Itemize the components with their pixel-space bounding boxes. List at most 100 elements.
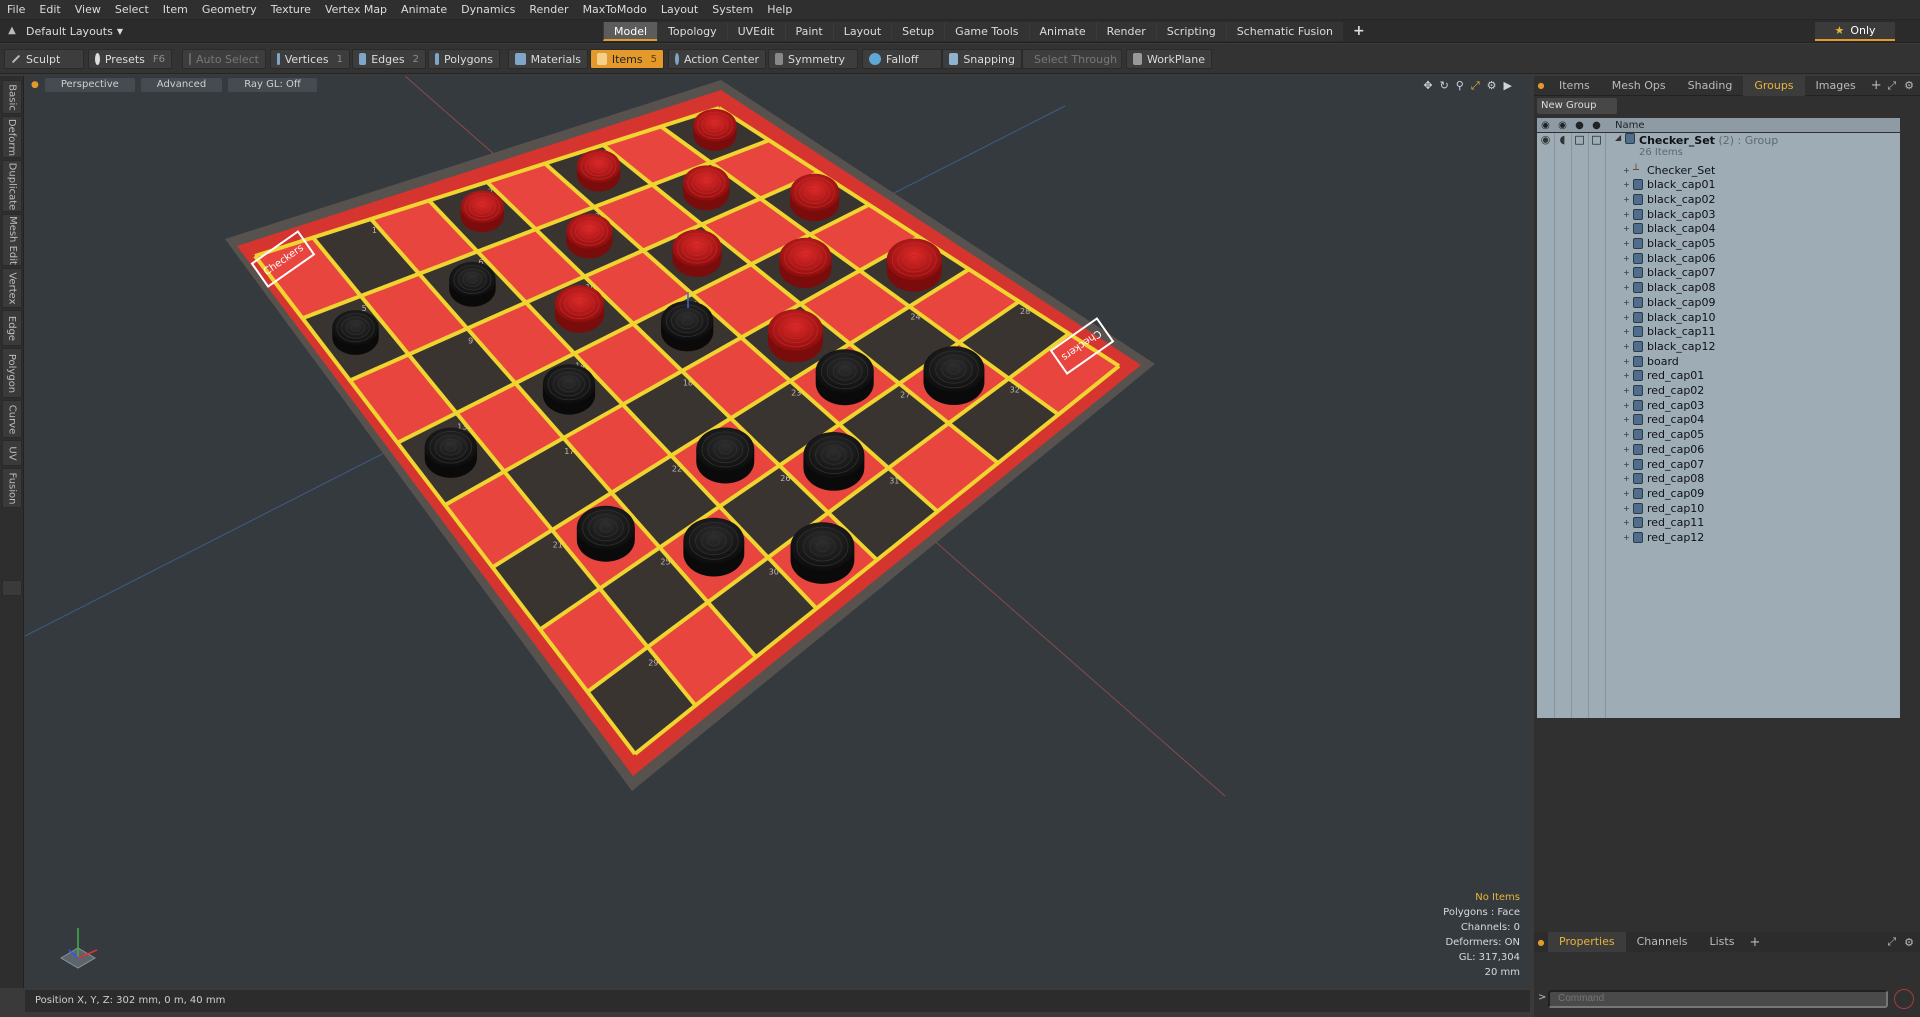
tab-polygon[interactable]: Polygon bbox=[2, 348, 22, 398]
eye-icon[interactable]: ◉ bbox=[1537, 133, 1554, 146]
expand-icon[interactable]: + bbox=[1623, 254, 1633, 263]
render-icon[interactable]: ◖ bbox=[1554, 133, 1571, 146]
expand-icon[interactable]: + bbox=[1623, 489, 1633, 498]
tab-fusion[interactable]: Fusion bbox=[2, 468, 22, 508]
tab-deform[interactable]: Deform bbox=[2, 116, 22, 158]
expand-icon[interactable]: + bbox=[1623, 357, 1633, 366]
tab-schematic-fusion[interactable]: Schematic Fusion bbox=[1225, 22, 1344, 41]
sculpt-button[interactable]: Sculpt bbox=[4, 49, 84, 69]
fit-view-icon[interactable]: ⤢ bbox=[1471, 79, 1480, 93]
menu-animate[interactable]: Animate bbox=[394, 0, 454, 20]
expand-arrow-icon[interactable]: ▶ bbox=[1504, 79, 1512, 93]
expand-icon[interactable]: + bbox=[1623, 386, 1633, 395]
symmetry-button[interactable]: Symmetry bbox=[768, 49, 858, 69]
list-item[interactable]: + red_cap12 bbox=[1537, 529, 1900, 547]
tab-duplicate[interactable]: Duplicate bbox=[2, 160, 22, 212]
command-input[interactable] bbox=[1548, 990, 1888, 1008]
menu-layout[interactable]: Layout bbox=[654, 0, 705, 20]
expand-icon[interactable]: + bbox=[1623, 474, 1633, 483]
zoom-view-icon[interactable]: ⚲ bbox=[1456, 79, 1464, 93]
tab-shading[interactable]: Shading bbox=[1677, 76, 1744, 96]
tab-uvedit[interactable]: UVEdit bbox=[726, 22, 785, 41]
tab-basic[interactable]: Basic bbox=[2, 80, 22, 114]
menu-edit[interactable]: Edit bbox=[32, 0, 67, 20]
presets-button[interactable]: Presets F6 bbox=[88, 49, 172, 69]
tab-mesh-edit[interactable]: Mesh Edit bbox=[2, 214, 22, 266]
add-tab-icon[interactable]: + bbox=[1343, 22, 1375, 41]
tab-extra-toggle[interactable] bbox=[2, 580, 22, 596]
panel-gear-icon[interactable]: ⚙ bbox=[1904, 79, 1914, 92]
tab-uv[interactable]: UV bbox=[2, 440, 22, 466]
tab-layout[interactable]: Layout bbox=[832, 22, 892, 41]
menu-select[interactable]: Select bbox=[108, 0, 156, 20]
panel-menu-icon[interactable]: ● bbox=[1534, 81, 1548, 90]
rotate-view-icon[interactable]: ↻ bbox=[1440, 79, 1449, 93]
group-row[interactable]: ◉ ◖ □ □ ◢ Checker_Set (2) : Group 26 Ite… bbox=[1537, 133, 1900, 159]
menu-dynamics[interactable]: Dynamics bbox=[454, 0, 522, 20]
expand-icon[interactable]: + bbox=[1623, 283, 1633, 292]
tab-edge[interactable]: Edge bbox=[2, 310, 22, 346]
tab-model[interactable]: Model bbox=[603, 22, 658, 41]
expand-icon[interactable]: + bbox=[1623, 371, 1633, 380]
expand-icon[interactable]: + bbox=[1623, 460, 1633, 469]
tab-scripting[interactable]: Scripting bbox=[1155, 22, 1226, 41]
expand-arrow-icon[interactable]: ◢ bbox=[1615, 133, 1625, 142]
tab-setup[interactable]: Setup bbox=[891, 22, 945, 41]
expand-icon[interactable]: + bbox=[1623, 195, 1633, 204]
snapping-button[interactable]: Snapping bbox=[942, 49, 1022, 69]
lock-col-icon[interactable]: ● bbox=[1571, 120, 1588, 131]
expand-icon[interactable]: + bbox=[1623, 313, 1633, 322]
tab-groups[interactable]: Groups bbox=[1743, 75, 1805, 96]
tab-curve[interactable]: Curve bbox=[2, 400, 22, 438]
tab-paint[interactable]: Paint bbox=[784, 22, 833, 41]
select-col-icon[interactable]: ● bbox=[1588, 120, 1605, 131]
expand-icon[interactable]: + bbox=[1623, 415, 1633, 424]
expand-icon[interactable]: + bbox=[1623, 224, 1633, 233]
falloff-button[interactable]: Falloff bbox=[862, 49, 942, 69]
visibility-col-icon[interactable]: ◉ bbox=[1537, 120, 1554, 131]
bottom-panel-menu-icon[interactable]: ● bbox=[1534, 938, 1548, 947]
menu-geometry[interactable]: Geometry bbox=[195, 0, 264, 20]
select-through-button[interactable]: Select Through bbox=[1022, 49, 1122, 69]
advanced-shading-dropdown[interactable]: Advanced bbox=[140, 78, 223, 92]
tab-mesh-ops[interactable]: Mesh Ops bbox=[1601, 76, 1677, 96]
menu-item[interactable]: Item bbox=[156, 0, 195, 20]
expand-icon[interactable]: + bbox=[1623, 430, 1633, 439]
polygons-button[interactable]: Polygons bbox=[428, 49, 500, 69]
expand-icon[interactable]: + bbox=[1623, 445, 1633, 454]
only-button[interactable]: ★ Only bbox=[1815, 22, 1895, 41]
edges-button[interactable]: Edges 2 bbox=[352, 49, 426, 69]
move-view-icon[interactable]: ✥ bbox=[1423, 79, 1432, 93]
expand-icon[interactable]: + bbox=[1623, 180, 1633, 189]
menu-help[interactable]: Help bbox=[760, 0, 799, 20]
menu-view[interactable]: View bbox=[68, 0, 108, 20]
name-column-header[interactable]: Name bbox=[1615, 120, 1645, 131]
lock-toggle[interactable]: □ bbox=[1571, 133, 1588, 146]
raygl-dropdown[interactable]: Ray GL: Off bbox=[228, 78, 317, 92]
menu-vertex-map[interactable]: Vertex Map bbox=[318, 0, 394, 20]
expand-icon[interactable]: + bbox=[1623, 504, 1633, 513]
bottom-gear-icon[interactable]: ⚙ bbox=[1904, 936, 1914, 949]
tab-render[interactable]: Render bbox=[1095, 22, 1156, 41]
materials-button[interactable]: Materials bbox=[508, 49, 588, 69]
expand-icon[interactable]: + bbox=[1623, 298, 1633, 307]
viewport-menu-icon[interactable]: ● bbox=[31, 80, 39, 90]
expand-icon[interactable]: + bbox=[1623, 342, 1633, 351]
expand-panel-icon[interactable]: ⤢ bbox=[1887, 79, 1896, 93]
menu-system[interactable]: System bbox=[705, 0, 760, 20]
menu-render[interactable]: Render bbox=[522, 0, 575, 20]
tab-lists[interactable]: Lists bbox=[1699, 932, 1746, 952]
expand-icon[interactable]: + bbox=[1623, 533, 1633, 542]
vertices-button[interactable]: Vertices 1 bbox=[270, 49, 350, 69]
menu-file[interactable]: File bbox=[0, 0, 32, 20]
menu-maxtomodo[interactable]: MaxToModo bbox=[576, 0, 654, 20]
expand-icon[interactable]: + bbox=[1623, 210, 1633, 219]
expand-icon[interactable]: + bbox=[1623, 268, 1633, 277]
action-center-button[interactable]: Action Center bbox=[668, 49, 766, 69]
tab-game-tools[interactable]: Game Tools bbox=[944, 22, 1029, 41]
tab-properties[interactable]: Properties bbox=[1548, 932, 1626, 952]
tab-topology[interactable]: Topology bbox=[657, 22, 727, 41]
view-mode-dropdown[interactable]: Perspective bbox=[44, 78, 135, 92]
expand-icon[interactable]: + bbox=[1623, 166, 1633, 175]
items-button[interactable]: Items 5 bbox=[590, 49, 664, 69]
